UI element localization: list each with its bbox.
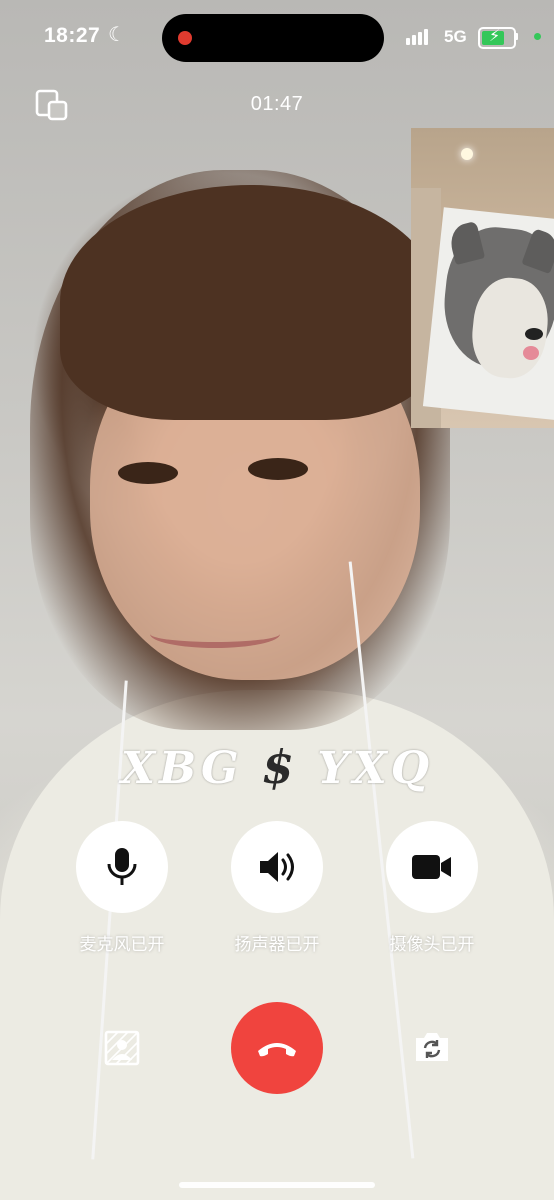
- camera-button[interactable]: [386, 821, 478, 913]
- camera-label: 摄像头已开: [389, 935, 475, 954]
- microphone-icon: [107, 848, 137, 885]
- focus-moon-icon: ☾: [108, 24, 126, 46]
- camera-icon: [412, 855, 451, 879]
- video-subject-eye: [248, 458, 308, 480]
- background-blur-button[interactable]: [104, 1030, 140, 1071]
- status-bar: 18:27 ☾ 5G ⚡: [0, 0, 554, 76]
- watermark-text: XBG $ YXQ: [120, 740, 434, 794]
- camera-in-use-dot: [534, 33, 541, 40]
- video-subject-bangs: [60, 185, 440, 420]
- battery-cap: [515, 33, 518, 40]
- speaker-button[interactable]: [231, 821, 323, 913]
- switch-camera-icon: [416, 1033, 448, 1061]
- microphone-button[interactable]: [76, 821, 168, 913]
- hang-up-button[interactable]: [231, 1002, 323, 1094]
- dynamic-island: [162, 14, 384, 62]
- background-blur-icon: [104, 1030, 140, 1066]
- recording-indicator-icon: [178, 31, 192, 45]
- hang-up-icon: [258, 1043, 296, 1057]
- speaker-label: 扬声器已开: [234, 935, 320, 954]
- call-timer: 01:47: [250, 93, 304, 115]
- cellular-signal-icon: [406, 27, 430, 45]
- switch-camera-button[interactable]: [413, 1030, 451, 1069]
- local-video-preview[interactable]: [411, 128, 554, 428]
- microphone-label: 麦克风已开: [79, 935, 165, 954]
- speaker-icon: [260, 852, 294, 882]
- battery-icon: ⚡: [478, 27, 516, 49]
- video-subject-eye: [118, 462, 178, 484]
- status-time: 18:27: [44, 24, 101, 47]
- video-subject-mouth: [150, 620, 280, 648]
- network-type: 5G: [444, 27, 467, 46]
- home-indicator[interactable]: [179, 1182, 375, 1188]
